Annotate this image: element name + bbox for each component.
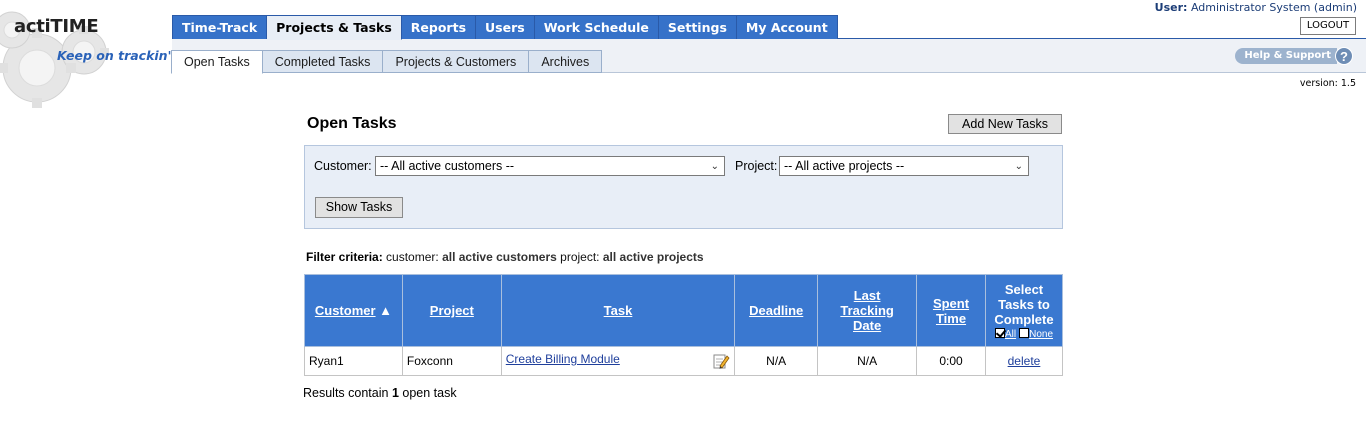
cell-task: Create Billing Module — [500, 346, 736, 376]
project-select-value: -- All active projects -- — [784, 159, 905, 173]
task-link[interactable]: Create Billing Module — [506, 352, 620, 366]
customer-select-value: -- All active customers -- — [380, 159, 515, 173]
sort-asc-icon: ▲ — [379, 303, 393, 318]
last-tracking-line2: Tracking — [840, 303, 894, 318]
subtab-archives[interactable]: Archives — [529, 50, 603, 73]
checkbox-empty-icon — [1019, 327, 1030, 338]
filter-criteria: Filter criteria: customer: all active cu… — [306, 250, 704, 264]
page-title: Open Tasks — [307, 115, 397, 132]
table-row: Ryan1 Foxconn Create Billing Module N/A … — [304, 346, 1064, 376]
sort-task-link[interactable]: Task — [604, 303, 633, 318]
tagline: Keep on trackin' — [57, 48, 172, 63]
subtab-projects-customers[interactable]: Projects & Customers — [383, 50, 530, 73]
col-last-tracking-date[interactable]: Last Tracking Date — [817, 274, 918, 347]
tab-time-track[interactable]: Time-Track — [172, 15, 268, 39]
user-info: User: Administrator System (admin) — [1155, 1, 1357, 14]
add-new-tasks-button[interactable]: Add New Tasks — [948, 114, 1062, 134]
last-tracking-line3: Date — [853, 318, 882, 333]
sort-project-link[interactable]: Project — [430, 303, 474, 318]
sort-spent-time-link[interactable]: Spent Time — [933, 296, 969, 326]
subtab-completed-tasks[interactable]: Completed Tasks — [262, 50, 384, 73]
logout-button[interactable]: LOGOUT — [1300, 17, 1356, 35]
chevron-down-icon: ⌄ — [1014, 161, 1023, 172]
select-none-toggle[interactable]: None — [1019, 327, 1053, 340]
results-suffix: open task — [398, 386, 457, 400]
cell-customer: Ryan1 — [304, 346, 403, 376]
help-support-button[interactable]: Help & Support ? — [1235, 47, 1353, 65]
user-label: User: — [1154, 1, 1188, 14]
select-line3: Complete — [994, 311, 1054, 327]
sort-customer-link[interactable]: Customer — [315, 303, 376, 318]
sort-last-tracking-link[interactable]: Last Tracking Date — [840, 288, 893, 333]
edit-note-icon[interactable] — [712, 352, 730, 370]
select-all-toggle[interactable]: All — [994, 327, 1016, 340]
col-task[interactable]: Task — [500, 274, 736, 347]
results-prefix: Results contain — [303, 386, 392, 400]
tab-work-schedule[interactable]: Work Schedule — [534, 15, 659, 39]
top-nav: Time-Track Projects & Tasks Reports User… — [172, 15, 838, 40]
tab-users[interactable]: Users — [476, 15, 535, 39]
select-line1: Select — [1004, 281, 1044, 297]
project-select[interactable]: -- All active projects -- ⌄ — [779, 156, 1029, 176]
select-all-link[interactable]: All — [1005, 329, 1016, 340]
delete-link[interactable]: delete — [1008, 354, 1041, 368]
col-project[interactable]: Project — [401, 274, 502, 347]
select-line2: Tasks to — [998, 296, 1050, 312]
tab-my-account[interactable]: My Account — [736, 15, 838, 39]
filter-panel: Customer: -- All active customers -- ⌄ P… — [304, 145, 1063, 229]
cell-project: Foxconn — [401, 346, 502, 376]
criteria-label: Filter criteria: — [306, 250, 383, 264]
chevron-down-icon: ⌄ — [710, 161, 719, 172]
table-header-row: Customer ▲ Project Task Deadline Last Tr… — [304, 274, 1064, 347]
tab-settings[interactable]: Settings — [658, 15, 737, 39]
cell-action: delete — [984, 346, 1064, 376]
version-label: version: 1.5 — [1299, 78, 1356, 89]
show-tasks-button[interactable]: Show Tasks — [315, 197, 403, 218]
results-count: 1 — [391, 386, 399, 400]
question-icon: ? — [1335, 47, 1353, 65]
customer-label: Customer: — [314, 159, 372, 173]
col-customer[interactable]: Customer ▲ — [304, 274, 403, 347]
criteria-customer-key: customer: — [386, 250, 439, 264]
criteria-project-key: project: — [560, 250, 600, 264]
spent-line1: Spent — [932, 295, 970, 311]
col-deadline[interactable]: Deadline — [734, 274, 819, 347]
customer-select[interactable]: -- All active customers -- ⌄ — [375, 156, 725, 176]
actitime-logo: actiTIME — [14, 16, 99, 37]
last-tracking-line1: Last — [853, 288, 881, 303]
criteria-project-value: all active projects — [602, 250, 704, 264]
spent-line2: Time — [935, 310, 967, 326]
col-spent-time[interactable]: Spent Time — [916, 274, 986, 347]
select-none-link[interactable]: None — [1029, 329, 1053, 340]
sort-deadline-link[interactable]: Deadline — [749, 303, 803, 318]
criteria-customer-value: all active customers — [442, 250, 557, 264]
checkbox-checked-icon — [994, 327, 1005, 338]
results-summary: Results contain 1 open task — [303, 386, 457, 400]
sub-nav: Open Tasks Completed Tasks Projects & Cu… — [171, 50, 603, 74]
project-label: Project: — [735, 159, 778, 173]
cell-spent-time: 0:00 — [916, 346, 986, 376]
help-support-label: Help & Support — [1235, 48, 1337, 64]
user-name: Administrator System (admin) — [1190, 1, 1357, 14]
tab-projects-tasks[interactable]: Projects & Tasks — [267, 15, 402, 40]
cell-last-tracking: N/A — [817, 346, 918, 376]
open-tasks-table: Customer ▲ Project Task Deadline Last Tr… — [304, 274, 1064, 376]
logo-area: actiTIME Keep on trackin' — [0, 0, 172, 120]
cell-deadline: N/A — [734, 346, 819, 376]
subtab-open-tasks[interactable]: Open Tasks — [171, 50, 263, 74]
col-select-complete: Select Tasks to Complete All None — [984, 274, 1064, 347]
tab-reports[interactable]: Reports — [401, 15, 477, 39]
